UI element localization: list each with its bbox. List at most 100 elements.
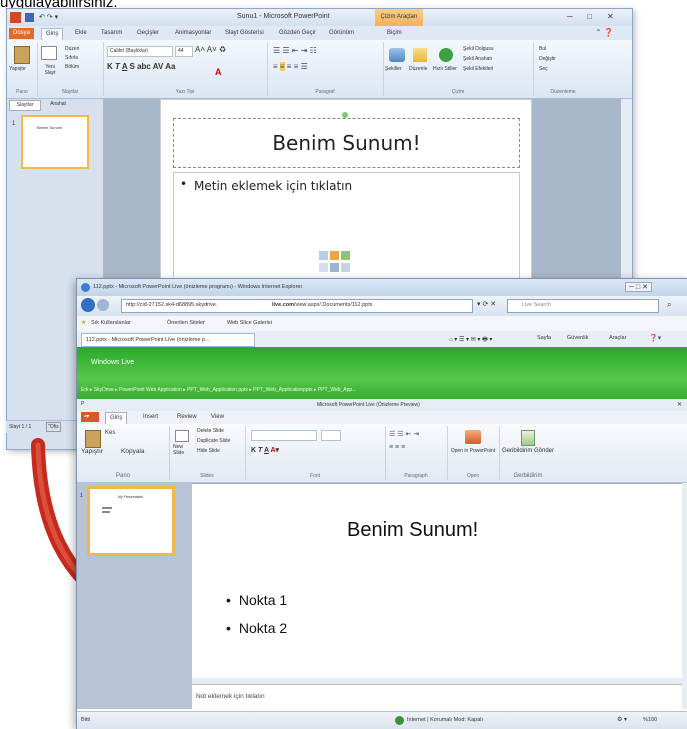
webapp-file-tab[interactable]: ▪▾ xyxy=(81,412,99,422)
tools-menu[interactable]: Araçlar xyxy=(609,335,626,341)
page-menu[interactable]: Sayfa xyxy=(537,335,551,341)
refresh-stop-icons[interactable]: ▾ ⟳ ✕ xyxy=(477,300,496,308)
font-name-select[interactable]: Calibri (Başlıklar) xyxy=(107,46,173,57)
grow-font-icon[interactable]: A˄ A˅ ♻ xyxy=(195,45,226,54)
suggested-sites-link[interactable]: Önerilen Siteler xyxy=(167,320,205,326)
shapes-icon[interactable] xyxy=(389,48,405,62)
rotate-handle[interactable] xyxy=(342,112,348,118)
font-color-icon[interactable]: A xyxy=(215,62,225,77)
tab-home[interactable]: Giriş xyxy=(41,28,64,40)
minimize-button[interactable]: ─ xyxy=(567,12,573,21)
list-icons[interactable]: ☰ ☰ ⇤ ⇥ ☷ xyxy=(273,46,317,55)
shape-effects-button[interactable]: Şekil Efektleri xyxy=(463,66,493,72)
tab-insert[interactable]: Ekle xyxy=(71,28,91,39)
webapp-vertical-scrollbar[interactable] xyxy=(682,483,687,709)
webapp-font-name-select[interactable] xyxy=(251,430,317,441)
webapp-new-slide-icon[interactable] xyxy=(175,430,189,442)
webapp-tab-view[interactable]: View xyxy=(207,412,228,423)
layout-button[interactable]: Düzen xyxy=(65,46,79,52)
arrange-icon[interactable] xyxy=(413,48,427,62)
zoom-level[interactable]: %100 xyxy=(643,717,657,723)
find-button[interactable]: Bul xyxy=(539,46,546,52)
shape-outline-button[interactable]: Şekil Anahatı xyxy=(463,56,492,62)
toolbar-icons[interactable]: ⌂ ▾ ☰ ▾ ✉ ▾ 🖶 ▾ xyxy=(449,335,492,345)
save-icon[interactable] xyxy=(25,13,34,22)
webapp-tab-review[interactable]: Review xyxy=(173,412,201,423)
quick-styles-label[interactable]: Hızlı Stiller xyxy=(433,66,457,72)
shapes-label[interactable]: Şekiller xyxy=(385,66,401,72)
tab-view[interactable]: Görünüm xyxy=(325,28,358,39)
cut-button[interactable]: Kes xyxy=(105,430,115,436)
font-format-icons[interactable]: K T A S abc AV Aa xyxy=(107,62,175,71)
webapp-font-format-icons[interactable]: K T A A▾ xyxy=(251,446,279,454)
delete-slide-button[interactable]: Delete Slide xyxy=(197,428,224,434)
undo-icon[interactable]: ↶ ↷ ▾ xyxy=(39,13,58,21)
webapp-font-size-select[interactable] xyxy=(321,430,341,441)
slide-thumbnail[interactable]: Benim Sunum xyxy=(21,115,89,169)
new-slide-icon[interactable] xyxy=(41,46,57,60)
copy-button[interactable]: Kopyala xyxy=(121,448,145,455)
tab-format[interactable]: Biçim xyxy=(383,28,406,39)
webapp-close-icon[interactable]: ✕ xyxy=(677,401,682,408)
quick-styles-icon[interactable] xyxy=(439,48,453,62)
breadcrumb[interactable]: Erk ▸ SkyDrive ▸ PowerPoint Web Applicat… xyxy=(81,387,356,393)
insert-content-icons[interactable] xyxy=(319,251,353,277)
new-slide-label[interactable]: Yeni Slayt xyxy=(39,64,61,76)
webapp-group-paragraph: ☰ ☰ ⇤ ⇥ ≡ ≡ ≡ Paragraph xyxy=(385,426,448,480)
webapp-paste-icon[interactable] xyxy=(85,430,101,448)
group-drawing: Şekiller Düzenle Hızlı Stiller Şekil Dol… xyxy=(383,42,534,96)
address-input[interactable]: http://cid-27152.sk4-d68895.skydrive. li… xyxy=(121,299,473,313)
back-icon[interactable] xyxy=(81,298,95,312)
align-icons[interactable]: ≡ ≡ ≡ ≡ ☰ xyxy=(273,62,308,71)
open-in-powerpoint-label[interactable]: Open in PowerPoint xyxy=(449,448,497,454)
search-icon[interactable]: ⌕ xyxy=(667,300,671,310)
tab-slideshow[interactable]: Slayt Gösterisi xyxy=(221,28,268,39)
select-button[interactable]: Seç xyxy=(539,66,548,72)
paste-icon[interactable] xyxy=(14,46,30,64)
forward-icon[interactable] xyxy=(97,299,109,311)
section-button[interactable]: Bölüm xyxy=(65,64,79,70)
duplicate-slide-button[interactable]: Duplicate Slide xyxy=(197,438,230,444)
hide-slide-button[interactable]: Hide Slide xyxy=(197,448,220,454)
feedback-icon[interactable] xyxy=(521,430,535,446)
pane-tab-outline[interactable]: Anahat xyxy=(43,100,73,109)
close-button[interactable]: ✕ xyxy=(607,12,614,21)
powerpoint-titlebar: ↶ ↷ ▾ Sunu1 - Microsoft PowerPoint Çizim… xyxy=(7,9,632,26)
title-placeholder[interactable]: Benim Sunum! xyxy=(173,118,520,168)
favorites-star-icon[interactable]: ★ xyxy=(81,319,86,326)
webapp-slide-canvas[interactable]: Benim Sunum! • Nokta 1 • Nokta 2 xyxy=(192,483,682,679)
bullet-1-glyph: • xyxy=(226,592,231,608)
arrange-label[interactable]: Düzenle xyxy=(409,66,427,72)
help-menu-icon[interactable]: ❓▾ xyxy=(649,334,661,342)
web-slice-gallery-link[interactable]: Web Slice Galerisi xyxy=(227,320,272,326)
webapp-new-slide-label[interactable]: New Slide xyxy=(173,444,193,456)
status-tools-icons[interactable]: ⚙ ▾ xyxy=(617,716,627,723)
safety-menu[interactable]: Güvenlik xyxy=(567,335,588,341)
favorites-button[interactable]: Sık Kullanılanlar xyxy=(91,320,131,326)
search-input[interactable]: Live Search xyxy=(507,299,659,313)
tab-design[interactable]: Tasarım xyxy=(97,28,126,39)
tab-file[interactable]: Dosya xyxy=(9,28,35,39)
help-icon[interactable]: ⌃ ❓ xyxy=(595,28,614,37)
tab-animations[interactable]: Animasyonlar xyxy=(171,28,215,39)
feedback-label[interactable]: Geribildirim Gönder xyxy=(501,448,555,454)
replace-button[interactable]: Değiştir xyxy=(539,56,556,62)
maximize-button[interactable]: □ xyxy=(587,12,592,21)
shape-fill-button[interactable]: Şekil Dolgusu xyxy=(463,46,494,52)
webapp-paste-label[interactable]: Yapıştır xyxy=(81,448,103,455)
pane-tab-slides[interactable]: Slaytlar xyxy=(9,100,41,111)
paste-label[interactable]: Yapıştır xyxy=(9,66,26,72)
webapp-align-icons[interactable]: ≡ ≡ ≡ xyxy=(389,444,405,451)
webapp-tab-insert[interactable]: Insert xyxy=(139,412,162,423)
tab-review[interactable]: Gözden Geçir xyxy=(275,28,320,39)
webapp-slide-thumbnail[interactable]: My Presentation xyxy=(87,486,175,556)
font-size-select[interactable]: 44 xyxy=(175,46,193,57)
notes-pane[interactable]: Not eklemek için tıklatın xyxy=(192,684,682,707)
reset-button[interactable]: Sıfırla xyxy=(65,55,78,61)
webapp-tab-home[interactable]: Giriş xyxy=(105,412,128,424)
open-in-powerpoint-icon[interactable] xyxy=(465,430,481,444)
browser-tab[interactable]: 112.pptx - Microsoft PowerPoint Live (ön… xyxy=(81,333,255,347)
webapp-list-icons[interactable]: ☰ ☰ ⇤ ⇥ xyxy=(389,430,419,438)
tab-transitions[interactable]: Geçişler xyxy=(133,28,163,39)
browser-window-controls[interactable]: ─ □ ✕ xyxy=(625,282,652,292)
